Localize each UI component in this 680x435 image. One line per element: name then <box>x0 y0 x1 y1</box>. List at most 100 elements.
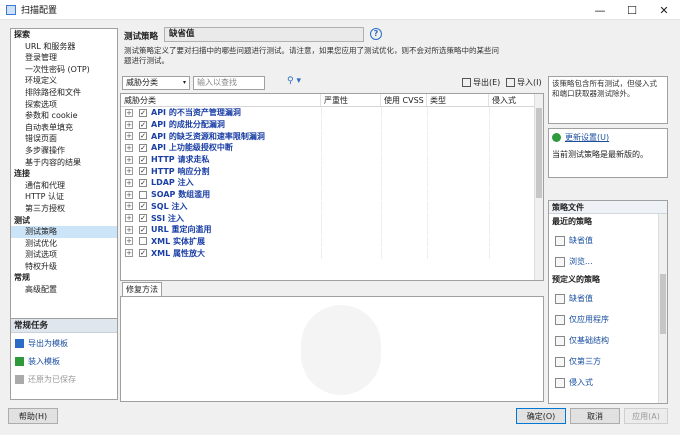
expand-icon[interactable]: + <box>125 202 133 211</box>
grid-toolbar: 威胁分类 ▾ 输入以查找 ⚲ ▾ 导出(E) 导入(I) <box>122 76 542 92</box>
expand-icon[interactable]: + <box>125 155 133 164</box>
expand-icon[interactable]: + <box>125 143 133 152</box>
policy-file-item[interactable]: 缺省值 <box>549 230 667 251</box>
nav-item[interactable]: 排除路径和文件 <box>11 87 117 99</box>
cancel-button[interactable]: 取消 <box>570 408 620 424</box>
table-cell <box>427 130 489 142</box>
row-checkbox[interactable]: ✓ <box>139 143 147 152</box>
table-row[interactable]: + ✓ LDAP 注入 <box>121 177 543 189</box>
nav-item[interactable]: 通信和代理 <box>11 180 117 192</box>
expand-icon[interactable]: + <box>125 120 133 129</box>
search-input[interactable]: 输入以查找 <box>193 76 265 90</box>
table-row[interactable]: + SOAP 数组滥用 <box>121 189 543 201</box>
column-header[interactable]: 严重性 <box>321 94 381 106</box>
expand-icon[interactable]: + <box>125 190 133 199</box>
nav-item[interactable]: 探索选项 <box>11 99 117 111</box>
nav-category[interactable]: 连接 <box>11 168 117 180</box>
expand-icon[interactable]: + <box>125 167 133 176</box>
task-item[interactable]: 装入模板 <box>11 354 117 369</box>
table-row[interactable]: + ✓ HTTP 请求走私 <box>121 154 543 166</box>
nav-item[interactable]: 登录管理 <box>11 52 117 64</box>
row-checkbox[interactable] <box>139 237 147 246</box>
nav-item[interactable]: HTTP 认证 <box>11 191 117 203</box>
task-item[interactable]: 导出为模板 <box>11 336 117 351</box>
nav-item[interactable]: 测试选项 <box>11 249 117 261</box>
table-row[interactable]: + ✓ SSI 注入 <box>121 212 543 224</box>
expand-icon[interactable]: + <box>125 132 133 141</box>
column-header[interactable]: 类型 <box>427 94 489 106</box>
expand-icon[interactable]: + <box>125 249 133 258</box>
table-row[interactable]: + ✓ SQL 注入 <box>121 200 543 213</box>
help-circle-icon[interactable]: ? <box>370 28 382 40</box>
export-button[interactable]: 导出(E) <box>462 77 500 88</box>
grid-scrollbar[interactable] <box>534 94 543 280</box>
policy-file-item[interactable]: 浏览... <box>549 251 667 272</box>
nav-item[interactable]: 多步骤操作 <box>11 145 117 157</box>
column-header[interactable]: 威胁分类 <box>121 94 321 106</box>
tab-fix-method[interactable]: 修复方法 <box>122 282 162 297</box>
row-checkbox[interactable]: ✓ <box>139 225 147 234</box>
nav-item[interactable]: 测试优化 <box>11 238 117 250</box>
table-row[interactable]: + ✓ HTTP 响应分割 <box>121 165 543 177</box>
maximize-button[interactable]: ☐ <box>616 0 648 20</box>
policy-file-item[interactable]: 缺省值 <box>549 288 667 309</box>
row-checkbox[interactable]: ✓ <box>139 249 147 258</box>
table-cell <box>321 119 381 131</box>
minimize-button[interactable]: — <box>584 0 616 20</box>
policy-name-field[interactable]: 缺省值 <box>164 27 364 42</box>
expand-icon[interactable]: + <box>125 237 133 246</box>
left-nav-tree: 探索 URL 和服务器 登录管理 一次性密码 (OTP) 环境定义 排除路径和文件 探索选项… <box>10 28 118 330</box>
apply-button[interactable]: 应用(A) <box>624 408 668 424</box>
row-checkbox[interactable]: ✓ <box>139 108 147 117</box>
help-button[interactable]: 帮助(H) <box>8 408 58 424</box>
group-by-select[interactable]: 威胁分类 ▾ <box>122 76 190 90</box>
nav-category[interactable]: 探索 <box>11 29 117 41</box>
nav-item[interactable]: 高级配置 <box>11 284 117 296</box>
nav-item[interactable]: 环境定义 <box>11 75 117 87</box>
update-settings-link[interactable]: 更新设置(U) <box>552 132 664 143</box>
nav-category[interactable]: 常规 <box>11 272 117 284</box>
row-checkbox[interactable]: ✓ <box>139 167 147 176</box>
row-checkbox[interactable]: ✓ <box>139 155 147 164</box>
policy-file-item[interactable]: 仅应用程序 <box>549 309 667 330</box>
table-cell <box>381 130 427 142</box>
policy-file-item[interactable]: 侵入式 <box>549 372 667 393</box>
ok-button[interactable]: 确定(O) <box>516 408 566 424</box>
row-checkbox[interactable]: ✓ <box>139 178 147 187</box>
nav-item[interactable]: 测试策略 <box>11 226 117 238</box>
policy-file-item[interactable]: 仅第三方 <box>549 351 667 372</box>
column-header[interactable]: 侵入式 <box>489 94 539 106</box>
nav-item[interactable]: 一次性密码 (OTP) <box>11 64 117 76</box>
search-icon[interactable]: ⚲ ▾ <box>287 76 301 86</box>
import-button[interactable]: 导入(I) <box>506 77 542 88</box>
nav-category[interactable]: 测试 <box>11 215 117 227</box>
table-row[interactable]: + ✓ URL 重定向滥用 <box>121 224 543 236</box>
table-row[interactable]: + ✓ API 上功能级授权中断 <box>121 142 543 154</box>
policy-files-scrollbar[interactable] <box>658 214 667 403</box>
nav-item[interactable]: 错误页面 <box>11 133 117 145</box>
table-row[interactable]: + ✓ API 的不当资产管理漏洞 <box>121 107 543 119</box>
row-checkbox[interactable]: ✓ <box>139 132 147 141</box>
row-checkbox[interactable]: ✓ <box>139 120 147 129</box>
expand-icon[interactable]: + <box>125 214 133 223</box>
table-row[interactable]: + XML 实体扩展 <box>121 235 543 248</box>
expand-icon[interactable]: + <box>125 108 133 117</box>
policy-file-item[interactable]: 仅基础结构 <box>549 330 667 351</box>
row-checkbox[interactable]: ✓ <box>139 214 147 223</box>
expand-icon[interactable]: + <box>125 178 133 187</box>
row-checkbox[interactable]: ✓ <box>139 202 147 211</box>
nav-item[interactable]: 特权升级 <box>11 261 117 273</box>
nav-item[interactable]: 第三方授权 <box>11 203 117 215</box>
nav-item[interactable]: 自动表单填充 <box>11 122 117 134</box>
close-button[interactable]: ✕ <box>648 0 680 20</box>
task-item[interactable]: 还原为已保存 <box>11 372 117 387</box>
row-checkbox[interactable] <box>139 190 147 199</box>
column-header[interactable]: 使用 CVSS <box>381 94 427 106</box>
table-row[interactable]: + ✓ XML 属性放大 <box>121 247 543 259</box>
table-row[interactable]: + ✓ API 的成批分配漏洞 <box>121 119 543 131</box>
nav-item[interactable]: URL 和服务器 <box>11 41 117 53</box>
nav-item[interactable]: 基于内容的结果 <box>11 157 117 169</box>
table-row[interactable]: + ✓ API 的缺乏资源和速率限制漏洞 <box>121 130 543 142</box>
expand-icon[interactable]: + <box>125 225 133 234</box>
nav-item[interactable]: 参数和 cookie <box>11 110 117 122</box>
